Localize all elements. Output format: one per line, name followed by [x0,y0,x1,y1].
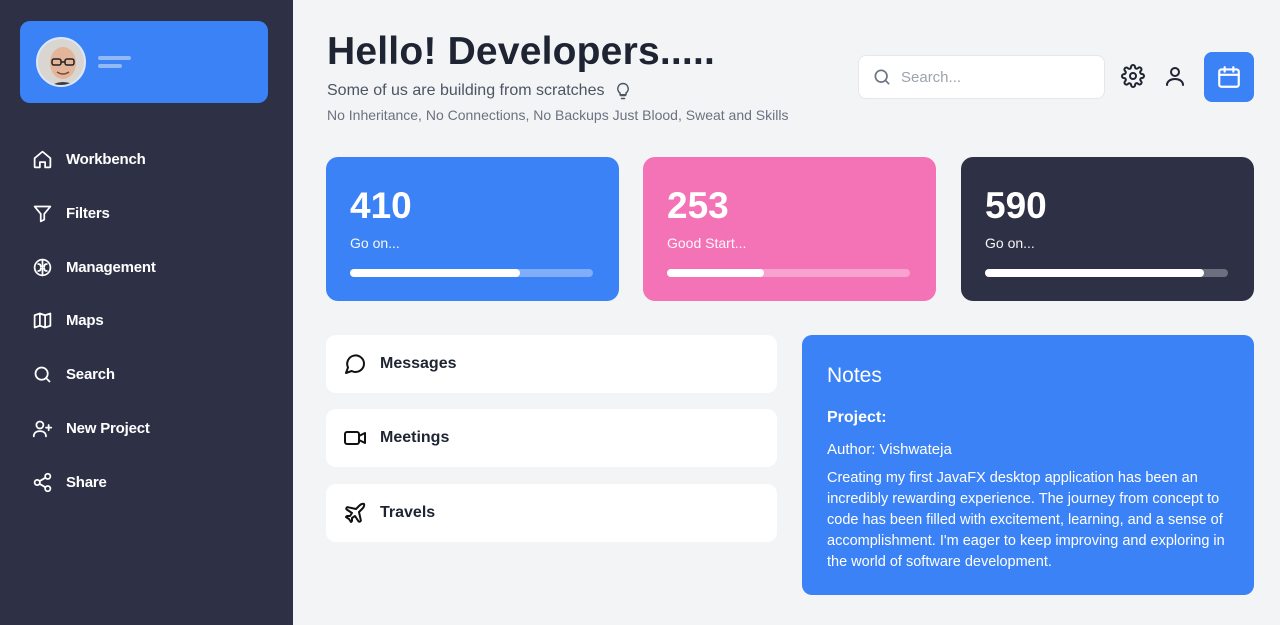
search-box[interactable] [858,55,1105,99]
stat-label: Go on... [350,235,400,251]
stat-card-blue[interactable]: 410 Go on... [326,157,619,301]
sidebar-item-management[interactable]: Management [32,254,156,281]
share-icon [33,472,52,492]
sidebar-item-filters[interactable]: Filters [32,200,156,227]
notes-panel: Notes Project: Author: Vishwateja Creati… [802,335,1254,595]
filter-icon [33,205,52,223]
calendar-button[interactable] [1204,52,1254,102]
messages-card[interactable]: Messages [326,335,777,393]
user-plus-icon [32,420,53,438]
profile-placeholder-lines [98,56,131,72]
stat-value: 253 [667,185,729,226]
search-icon [34,366,51,383]
progress-fill [667,269,765,277]
user-icon[interactable] [1163,64,1187,88]
notes-title: Notes [827,364,882,387]
stat-label: Go on... [985,235,1035,251]
sidebar-item-share[interactable]: Share [32,469,156,496]
notes-author: Author: Vishwateja [827,441,952,458]
home-icon [33,150,52,169]
subtitle-text: Some of us are building from scratches [327,82,605,99]
sidebar-item-label: Search [66,366,115,384]
card-label: Travels [380,504,436,521]
sidebar-item-label: New Project [66,419,150,437]
brain-icon [33,258,52,276]
map-icon [33,313,52,329]
video-icon [344,431,366,445]
sidebar: Workbench Filters Management Maps Search… [0,0,293,625]
progress-bar [350,269,593,277]
sidebar-item-search[interactable]: Search [32,361,156,388]
card-label: Meetings [380,429,450,446]
search-icon [874,69,890,85]
progress-bar [985,269,1228,277]
page-subtitle: Some of us are building from scratches [327,81,632,101]
plane-icon [345,502,366,523]
stat-value: 410 [350,185,412,226]
meetings-card[interactable]: Meetings [326,409,777,467]
sidebar-item-workbench[interactable]: Workbench [32,146,156,173]
notes-body: Creating my first JavaFX desktop applica… [827,470,1225,570]
travels-card[interactable]: Travels [326,484,777,542]
sidebar-item-maps[interactable]: Maps [32,307,156,334]
page-tagline: No Inheritance, No Connections, No Backu… [327,107,789,123]
stat-value: 590 [985,185,1047,226]
sidebar-item-new-project[interactable]: New Project [32,415,156,442]
sidebar-item-label: Workbench [66,151,146,168]
sidebar-item-label: Management [66,258,156,276]
progress-fill [350,269,521,277]
avatar[interactable] [36,37,86,87]
stat-card-pink[interactable]: 253 Good Start... [643,157,936,301]
sidebar-item-label: Filters [66,204,110,222]
progress-bar [667,269,910,277]
notes-project-label: Project: [827,409,887,426]
sidebar-item-label: Maps [66,312,104,330]
card-label: Messages [380,355,457,372]
sidebar-item-label: Share [66,473,107,491]
lightbulb-icon [617,82,630,100]
page-title: Hello! Developers..... [327,30,716,73]
stat-card-dark[interactable]: 590 Go on... [961,157,1254,301]
message-circle-icon [345,354,366,374]
sidebar-nav: Workbench Filters Management Maps Search… [32,146,156,523]
profile-card[interactable] [20,21,268,103]
calendar-icon [1218,66,1240,88]
search-input[interactable] [901,68,1091,86]
stat-label: Good Start... [667,235,747,251]
gear-icon[interactable] [1121,64,1145,88]
progress-fill [985,269,1204,277]
